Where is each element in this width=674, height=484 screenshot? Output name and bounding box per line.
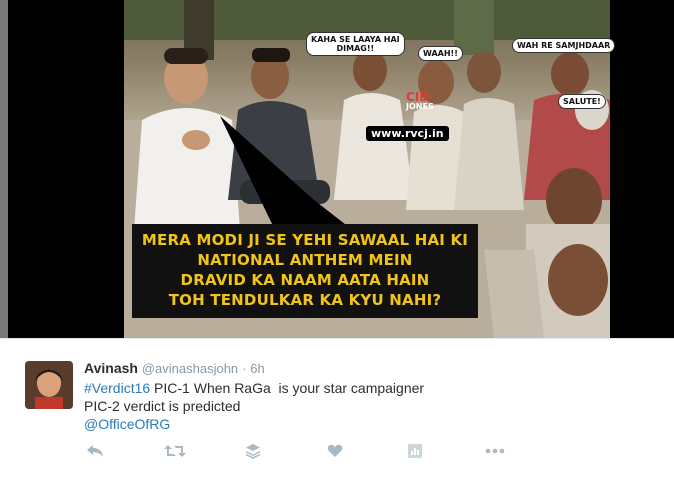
buffer-icon (245, 444, 261, 459)
like-icon (327, 444, 343, 457)
meme-caption: MERA MODI JI SE YEHI SAWAAL HAI KI NATIO… (132, 224, 478, 318)
analytics-icon (408, 444, 422, 458)
more-icon (485, 448, 505, 454)
watermark: www.rvcj.in (366, 126, 449, 141)
speech-bubble-samjhdaar: WAH RE SAMJHDAAR (512, 38, 616, 53)
analytics-button[interactable] (404, 441, 426, 461)
caption-line: NATIONAL ANTHEM MEIN (197, 251, 413, 269)
speech-bubble-salute: SALUTE! (558, 94, 606, 109)
cid-jones-logo: CID JONES (406, 90, 434, 112)
jones-label: JONES (406, 102, 434, 111)
retweet-icon (164, 445, 186, 457)
tweet-card: Avinash @avinashasjohn · 6h #Verdict16 P… (0, 338, 674, 484)
tweet-timestamp[interactable]: 6h (250, 361, 264, 376)
caption-line: TOH TENDULKAR KA KYU NAHI? (168, 291, 442, 309)
tweet-text: #Verdict16 PIC-1 When RaGa is your star … (84, 379, 424, 433)
author-handle[interactable]: @avinashasjohn (142, 361, 238, 376)
author-name[interactable]: Avinash (84, 360, 138, 376)
speech-bubble-kaha: KAHA SE LAAYA HAI DIMAG!! (306, 32, 405, 56)
more-button[interactable] (484, 441, 506, 461)
reply-button[interactable] (84, 441, 106, 461)
like-button[interactable] (324, 441, 346, 461)
mention-link[interactable]: @OfficeOfRG (84, 416, 170, 432)
speech-bubble-line: DIMAG!! (336, 44, 375, 53)
speech-bubble-line: KAHA SE LAAYA HAI (311, 35, 400, 44)
retweet-button[interactable] (164, 441, 186, 461)
tweet-text-line: PIC-2 verdict is predicted (84, 398, 241, 414)
avatar-image (25, 361, 73, 409)
tweet-media[interactable]: KAHA SE LAAYA HAI DIMAG!! WAAH!! WAH RE … (0, 0, 674, 338)
speech-bubble-waah: WAAH!! (418, 46, 463, 61)
tweet-actions (84, 441, 524, 461)
avatar[interactable] (25, 361, 73, 409)
caption-line: DRAVID KA NAAM AATA HAIN (180, 271, 430, 289)
hashtag-link[interactable]: #Verdict16 (84, 380, 150, 396)
reply-icon (87, 445, 103, 457)
media-edge (0, 0, 8, 338)
tweet-text-line: PIC-1 When RaGa is your star campaigner (150, 380, 425, 396)
buffer-button[interactable] (242, 441, 264, 461)
separator: · (242, 361, 247, 376)
cid-label: CID (406, 90, 430, 104)
caption-line: MERA MODI JI SE YEHI SAWAAL HAI KI (141, 231, 469, 249)
tweet-author[interactable]: Avinash @avinashasjohn · 6h (84, 360, 265, 376)
